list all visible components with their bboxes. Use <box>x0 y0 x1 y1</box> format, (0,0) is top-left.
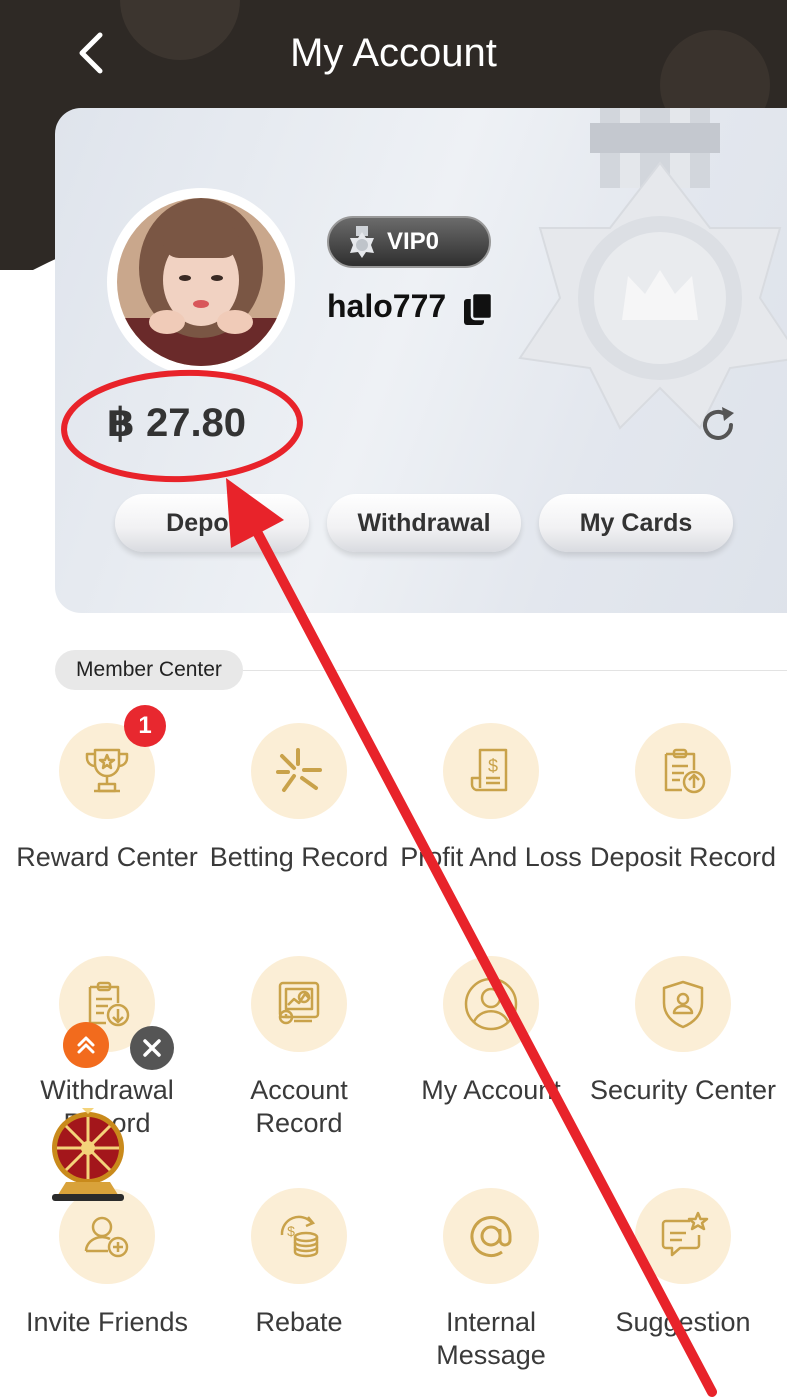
scroll-top-button[interactable] <box>63 1022 109 1068</box>
grid-item-label: Deposit Record <box>589 842 777 872</box>
notification-badge: 1 <box>124 705 166 747</box>
close-icon <box>143 1039 161 1057</box>
balance-amount: ฿ 27.80 <box>107 401 247 445</box>
user-icon <box>443 956 539 1052</box>
withdrawal-button[interactable]: Withdrawal <box>327 494 521 552</box>
account-record-item[interactable]: Account Record <box>203 956 395 1140</box>
security-center-item[interactable]: Security Center <box>587 956 779 1107</box>
grid-item-label: Rebate <box>255 1307 343 1337</box>
double-chevron-up-icon <box>77 1036 95 1054</box>
receipt-icon: $ <box>443 723 539 819</box>
grid-item-label: Suggestion <box>615 1307 751 1337</box>
shield-icon <box>635 956 731 1052</box>
my-cards-button[interactable]: My Cards <box>539 494 733 552</box>
deposit-record-item[interactable]: Deposit Record <box>587 723 779 874</box>
at-icon <box>443 1188 539 1284</box>
grid-item-label: Invite Friends <box>25 1307 189 1337</box>
lucky-wheel-icon[interactable] <box>46 1108 130 1202</box>
internal-message-item[interactable]: Internal Message <box>395 1188 587 1372</box>
username: halo777 <box>327 288 447 324</box>
invite-friends-item[interactable]: Invite Friends <box>11 1188 203 1339</box>
betting-record-item[interactable]: Betting Record <box>203 723 395 874</box>
avatar-photo <box>117 198 285 366</box>
deposit-record-icon <box>635 723 731 819</box>
suggestion-icon <box>635 1188 731 1284</box>
refresh-icon[interactable] <box>698 405 738 445</box>
rebate-item[interactable]: $ Rebate <box>203 1188 395 1339</box>
vip-medal-icon <box>350 226 374 258</box>
vip-level: VIP0 <box>387 228 440 255</box>
grid-item-label: Account Record <box>250 1075 348 1138</box>
svg-text:$: $ <box>488 756 498 776</box>
betting-icon <box>251 723 347 819</box>
my-account-item[interactable]: My Account <box>395 956 587 1107</box>
grid-item-label: Internal Message <box>436 1307 546 1370</box>
member-center-title: Member Center <box>55 650 243 690</box>
grid-item-label: My Account <box>421 1075 561 1105</box>
page-title: My Account <box>290 31 497 75</box>
reward-center-item[interactable]: Reward Center <box>11 723 203 874</box>
grid-item-label: Profit And Loss <box>400 842 582 872</box>
vip-badge: VIP0 <box>327 216 491 268</box>
grid-item-label: Betting Record <box>209 842 389 872</box>
suggestion-item[interactable]: Suggestion <box>587 1188 779 1339</box>
grid-item-label: Reward Center <box>16 842 198 872</box>
avatar[interactable] <box>107 188 295 376</box>
invite-icon <box>59 1188 155 1284</box>
grid-item-label: Security Center <box>589 1075 777 1105</box>
medal-icon <box>518 108 787 430</box>
profit-and-loss-item[interactable]: $ Profit And Loss <box>395 723 587 874</box>
section-divider <box>240 670 787 671</box>
close-widget-button[interactable] <box>130 1026 174 1070</box>
coins-icon: $ <box>251 1188 347 1284</box>
deposit-button[interactable]: Deposit <box>115 494 309 552</box>
account-record-icon <box>251 956 347 1052</box>
account-card: VIP0 halo777 ฿ 27.80 Deposit Withdrawal … <box>55 108 787 613</box>
copy-icon[interactable] <box>463 292 493 326</box>
